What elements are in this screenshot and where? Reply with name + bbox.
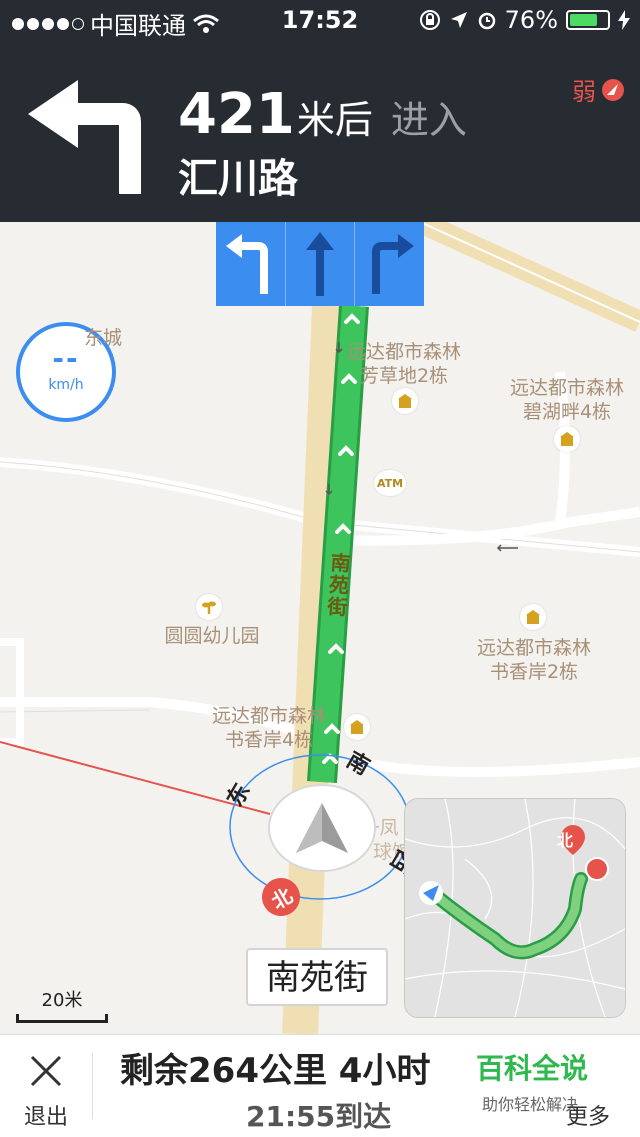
scale-bar <box>16 1014 108 1023</box>
atm-icon: ATM <box>374 470 406 496</box>
overview-map <box>405 799 625 1017</box>
alarm-icon <box>478 12 495 30</box>
distance-unit: 米后 <box>296 98 373 142</box>
distance-value: 421 <box>178 82 295 147</box>
map-scale: 20米 <box>16 986 108 1023</box>
building-icon <box>344 714 370 740</box>
remaining-distance-time: 剩余264公里 4小时 <box>120 1051 431 1091</box>
more-button[interactable]: 更多 <box>566 1099 610 1131</box>
exit-button[interactable]: 退出 <box>0 1035 92 1137</box>
poi-label: 远达都市森林 芳草地2栋 <box>346 341 461 387</box>
vehicle-position-marker <box>268 784 376 872</box>
scale-text: 20米 <box>41 990 83 1011</box>
ad-title: 百科全说 <box>476 1052 589 1085</box>
status-bar: 中国联通 17:52 76% <box>0 0 640 40</box>
poi-label: 东城 <box>84 327 123 349</box>
turn-left-arrow-icon <box>28 80 141 194</box>
poi-label: 远达都市森林 书香岸4栋 <box>211 705 326 751</box>
overview-north-label: 北 <box>557 831 574 850</box>
straight-lane-icon <box>286 222 356 306</box>
status-right: 76% <box>419 6 630 34</box>
gps-signal-text: 弱 <box>572 78 596 106</box>
orientation-lock-icon <box>419 10 440 30</box>
arrival-time: 21:55到达 <box>246 1100 392 1133</box>
poi-label: 远达都市森林 碧湖畔4栋 <box>509 377 624 423</box>
turn-left-lane-icon <box>216 222 286 306</box>
route-street-label: 南苑街 <box>326 550 352 620</box>
building-icon <box>520 604 546 630</box>
distance-instruction: 421 米后 进入 <box>178 82 467 147</box>
trip-summary-bar: 退出 剩余264公里 4小时 21:55到达 百科全说 助你轻松解决 更多 <box>0 1034 640 1137</box>
poi-label: 圆圆幼儿园 <box>164 625 260 647</box>
poi-label: 远达都市森林 书香岸2栋 <box>476 637 591 683</box>
divider <box>92 1053 93 1119</box>
charging-icon <box>618 10 630 30</box>
turn-right-lane-icon <box>355 222 424 306</box>
location-arrow-icon <box>450 12 467 28</box>
action-text: 进入 <box>390 98 467 142</box>
navigation-instruction-panel: 421 米后 进入 汇川路 弱 <box>0 40 640 222</box>
current-street-label: 南苑街 <box>246 948 388 1006</box>
battery-percent: 76% <box>504 6 558 34</box>
kindergarten-icon <box>196 594 222 620</box>
exit-label: 退出 <box>23 1105 68 1130</box>
close-icon <box>30 1055 62 1087</box>
navigation-arrow-icon <box>296 803 348 853</box>
lane-guidance <box>216 222 424 306</box>
gps-signal-indicator: 弱 <box>572 72 626 107</box>
building-icon <box>554 426 580 452</box>
gps-signal-icon <box>602 78 624 101</box>
next-road-name: 汇川路 <box>178 156 298 202</box>
route-overview-minimap[interactable]: 北 <box>404 798 626 1018</box>
speed-unit: km/h <box>48 377 84 393</box>
map-view[interactable]: 南苑街 -- km/h 东城 远达都市森林 芳草地2栋 远达都市森林 碧湖畔4栋 A… <box>0 222 640 1034</box>
battery-icon <box>566 10 610 30</box>
building-icon <box>392 388 418 414</box>
